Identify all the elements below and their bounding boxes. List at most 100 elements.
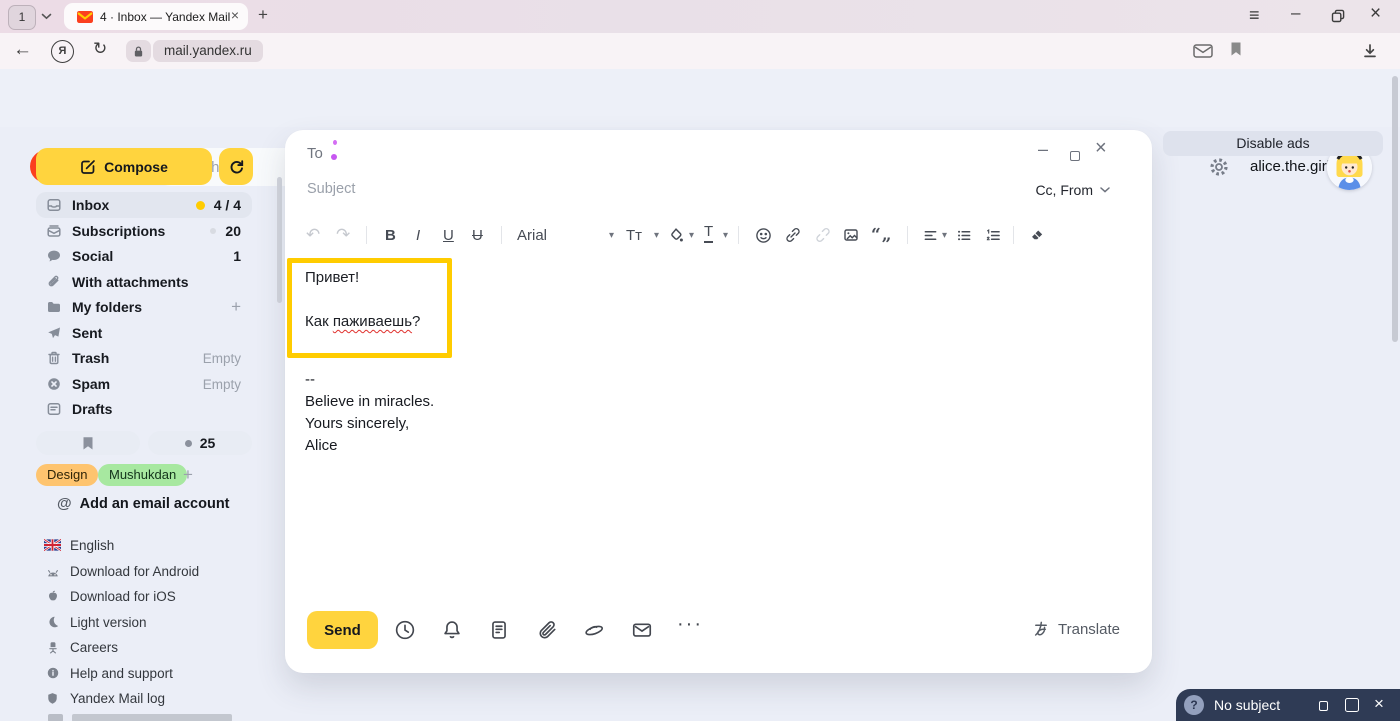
underline-button[interactable]: U: [443, 222, 454, 248]
sidebar-item-with-attachments[interactable]: With attachments: [36, 269, 252, 295]
link-download-ios[interactable]: Download for iOS: [44, 583, 259, 609]
browser-menu-icon[interactable]: ≡: [1249, 5, 1260, 26]
quote-icon[interactable]: “„: [871, 222, 893, 248]
translate-button[interactable]: Translate: [1032, 620, 1120, 638]
undo-icon[interactable]: ↶: [306, 222, 320, 248]
app-header: Y 360 Mail Disk Docu: [0, 69, 1400, 127]
empty-action[interactable]: Empty: [203, 351, 241, 366]
italic-button[interactable]: I: [416, 222, 420, 248]
link-help-support[interactable]: Help and support: [44, 660, 259, 686]
compose-button[interactable]: Compose: [36, 148, 212, 185]
disable-ads-button[interactable]: Disable ads: [1163, 131, 1383, 156]
sidebar-item-drafts[interactable]: Drafts: [36, 396, 252, 422]
help-icon[interactable]: ?: [1184, 695, 1204, 715]
font-family-select[interactable]: Arial: [517, 222, 547, 248]
schedule-send-icon[interactable]: [394, 619, 416, 641]
unlink-icon[interactable]: [815, 222, 831, 248]
signature-block[interactable]: -- Believe in miracles. Yours sincerely,…: [305, 369, 434, 457]
sidebar-item-sent[interactable]: Sent: [36, 320, 252, 346]
template-note-icon[interactable]: [488, 619, 510, 641]
sidebar-item-my-folders[interactable]: My folders +: [36, 294, 252, 320]
link-light-version[interactable]: Light version: [44, 609, 259, 635]
minimized-draft-bar[interactable]: ? No subject ×: [1176, 689, 1400, 721]
compose-restore-icon[interactable]: [1070, 151, 1080, 161]
site-security-lock-icon[interactable]: [126, 40, 151, 62]
attach-from-disk-icon[interactable]: [583, 619, 605, 641]
add-tag-icon[interactable]: +: [183, 465, 193, 485]
settings-gear-icon[interactable]: [1209, 157, 1229, 177]
chevron-down-icon[interactable]: ▾: [689, 222, 694, 248]
chevron-down-icon[interactable]: ▾: [654, 222, 659, 248]
numbered-list-icon[interactable]: [985, 222, 1001, 248]
bold-button[interactable]: B: [385, 222, 396, 248]
body-line[interactable]: Привет!: [305, 269, 359, 286]
yandex-browser-icon[interactable]: Я: [51, 40, 74, 63]
link-icon[interactable]: [785, 222, 801, 248]
tag-design[interactable]: Design: [36, 464, 98, 486]
sidebar-item-social[interactable]: Social 1: [36, 243, 252, 269]
browser-tab[interactable]: 4 · Inbox — Yandex Mail ×: [64, 3, 248, 30]
folder-label: Trash: [72, 350, 109, 366]
draft-maximize-icon[interactable]: [1345, 698, 1359, 712]
sidebar-item-inbox[interactable]: Inbox 4 / 4: [36, 192, 252, 218]
username[interactable]: alice.the.girl: [1250, 158, 1330, 175]
chevron-down-icon[interactable]: ▾: [942, 222, 947, 248]
window-minimize-button[interactable]: –: [1291, 3, 1300, 23]
reminder-bell-icon[interactable]: [441, 619, 463, 641]
draft-close-icon[interactable]: ×: [1374, 694, 1384, 714]
back-button[interactable]: ←: [13, 39, 32, 61]
link-download-android[interactable]: Download for Android: [44, 558, 259, 584]
tab-group-badge[interactable]: 1: [8, 5, 36, 30]
url-field[interactable]: mail.yandex.ru: [153, 40, 263, 62]
add-folder-icon[interactable]: +: [231, 299, 241, 315]
link-english[interactable]: English: [44, 532, 259, 558]
sidebar-item-spam[interactable]: Spam Empty: [36, 371, 252, 397]
new-tab-button[interactable]: +: [258, 5, 268, 25]
bullet-list-icon[interactable]: [956, 222, 972, 248]
saved-bookmarks-pill[interactable]: [36, 431, 140, 455]
mail-check-icon[interactable]: [1193, 44, 1213, 58]
more-options-icon[interactable]: ···: [677, 613, 703, 636]
cc-from-toggle[interactable]: Cc, From: [1035, 182, 1110, 198]
strikethrough-button[interactable]: U: [472, 222, 483, 248]
insert-image-icon[interactable]: [843, 222, 859, 248]
tab-list-chevron-icon[interactable]: [41, 13, 52, 20]
draft-restore-small-icon[interactable]: [1319, 701, 1328, 711]
font-size-button[interactable]: Tт: [626, 222, 642, 248]
refresh-button[interactable]: [219, 148, 253, 185]
tab-close-icon[interactable]: ×: [231, 7, 239, 23]
empty-action[interactable]: Empty: [203, 377, 241, 392]
link-careers[interactable]: Careers: [44, 634, 259, 660]
tag-mushukdan[interactable]: Mushukdan: [98, 464, 187, 486]
chevron-down-icon[interactable]: ▾: [609, 222, 614, 248]
align-icon[interactable]: [923, 222, 938, 248]
chevron-down-icon[interactable]: ▾: [723, 222, 728, 248]
envelope-icon[interactable]: [631, 619, 653, 641]
unread-count-pill[interactable]: 25: [148, 431, 252, 455]
downloads-icon[interactable]: [1362, 43, 1378, 59]
compose-close-icon[interactable]: ×: [1095, 137, 1107, 160]
redo-icon[interactable]: ↷: [336, 222, 350, 248]
window-close-button[interactable]: ×: [1370, 3, 1381, 25]
highlight-color-icon[interactable]: [668, 222, 684, 248]
window-restore-button[interactable]: [1331, 9, 1345, 23]
compose-minimize-icon[interactable]: –: [1038, 139, 1048, 160]
bookmark-icon[interactable]: [1230, 41, 1242, 57]
sidebar-item-subscriptions[interactable]: Subscriptions 20: [36, 218, 252, 244]
spam-icon: [46, 376, 62, 392]
reload-button[interactable]: ↻: [93, 39, 107, 59]
text-color-button[interactable]: T: [704, 222, 713, 243]
eraser-icon[interactable]: [1029, 222, 1045, 248]
body-line[interactable]: Как паживаешь?: [305, 313, 420, 330]
sidebar-item-trash[interactable]: Trash Empty: [36, 345, 252, 371]
subject-field[interactable]: [307, 174, 1002, 202]
page-scrollbar[interactable]: [1392, 76, 1398, 342]
attach-file-icon[interactable]: [536, 619, 558, 641]
to-field[interactable]: [307, 138, 1032, 168]
send-button[interactable]: Send: [307, 611, 378, 649]
misspelled-word[interactable]: паживаешь: [333, 313, 412, 330]
emoji-icon[interactable]: [755, 222, 772, 248]
link-mail-log[interactable]: Yandex Mail log: [44, 685, 259, 711]
sidebar-scrollbar[interactable]: [277, 177, 282, 303]
add-email-account[interactable]: @ Add an email account: [57, 495, 230, 512]
